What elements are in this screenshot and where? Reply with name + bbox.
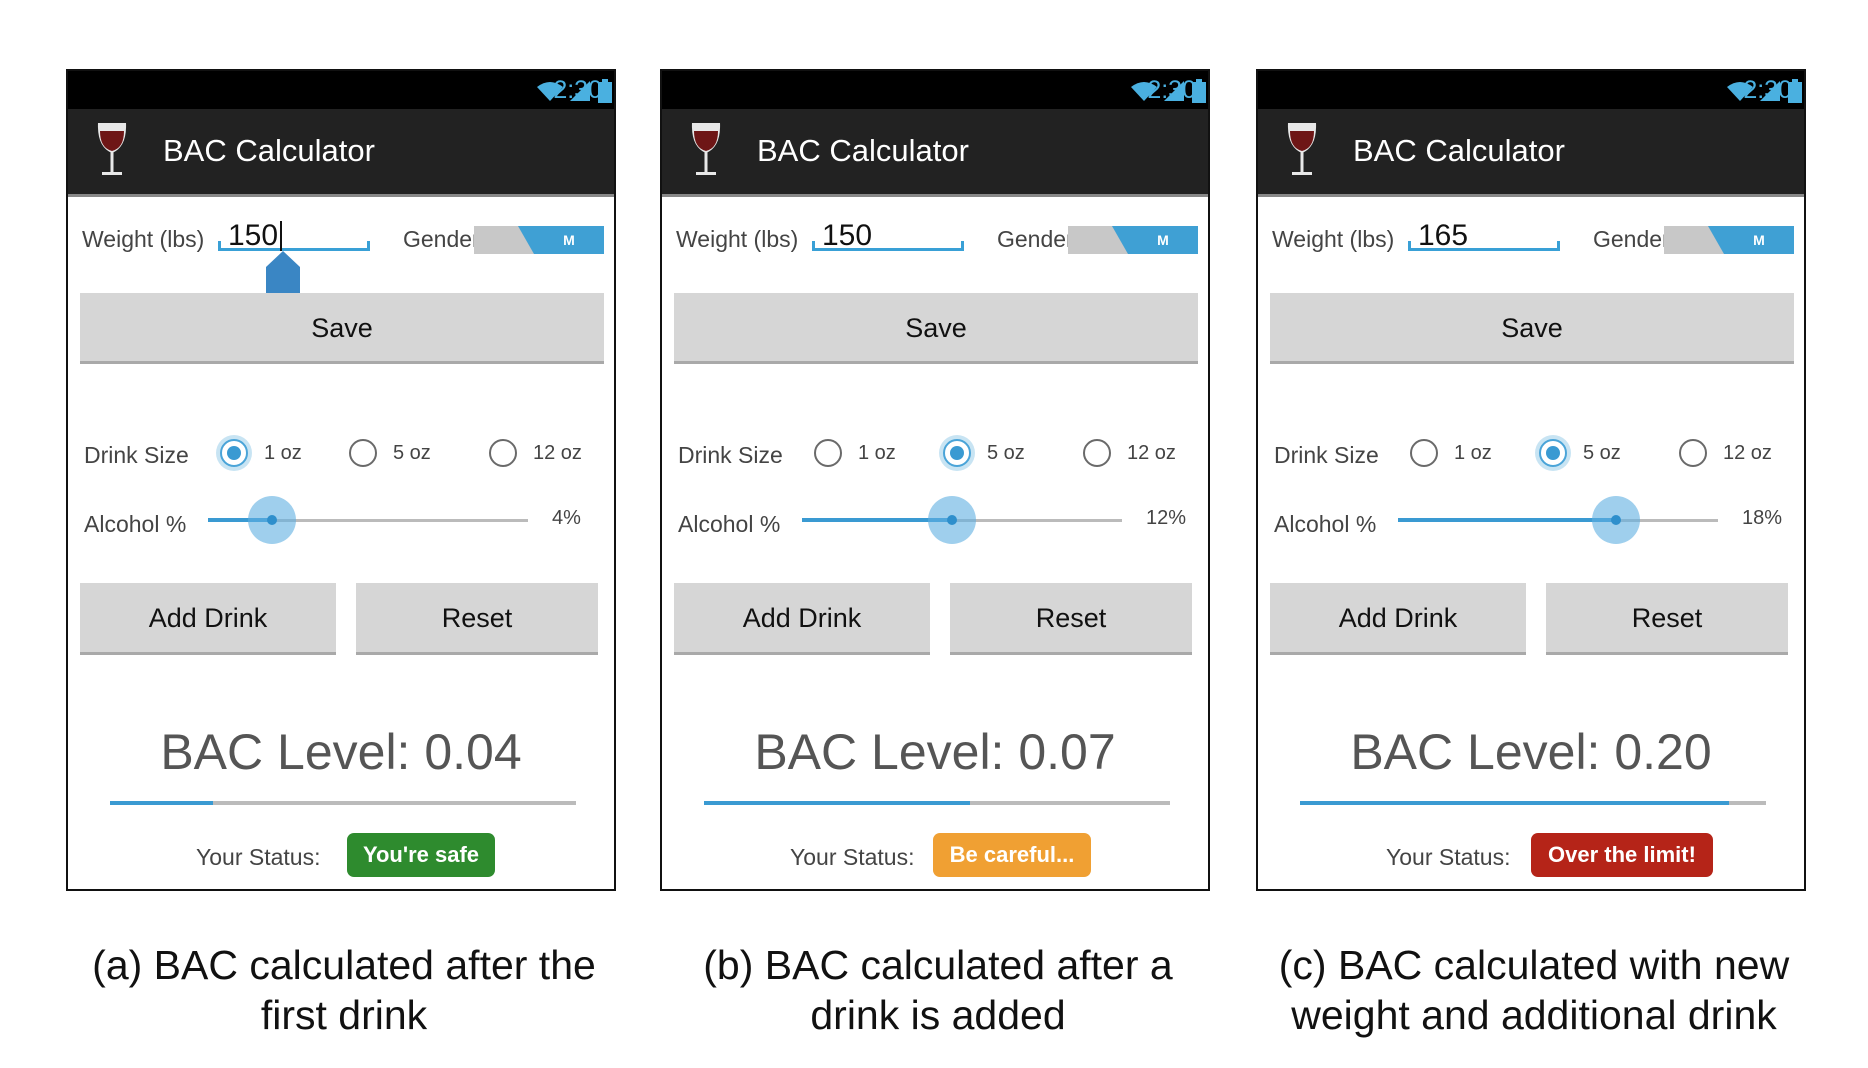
bac-level-text: BAC Level: 0.07 bbox=[754, 724, 1116, 780]
caption-line: (c) BAC calculated with new bbox=[1278, 942, 1790, 988]
status-bar: 2:30 bbox=[1258, 71, 1804, 109]
status-time: 2:30 bbox=[553, 76, 602, 104]
alcohol-slider-thumb[interactable] bbox=[248, 496, 296, 544]
phone-screen: 2:30 BAC Calculator Weight (lbs) 165 Gender M… bbox=[1256, 69, 1806, 891]
app-bar: BAC Calculator bbox=[1258, 109, 1804, 197]
drink-size-label: Drink Size bbox=[1274, 442, 1379, 468]
weight-input-underline bbox=[812, 241, 964, 251]
bac-level-text: BAC Level: 0.20 bbox=[1350, 724, 1712, 780]
drink-size-radio-5oz[interactable] bbox=[1539, 439, 1567, 467]
status-badge: Over the limit! bbox=[1531, 833, 1713, 877]
alcohol-value: 4% bbox=[552, 507, 581, 529]
status-label: Your Status: bbox=[790, 844, 915, 870]
status-bar: 2:30 bbox=[68, 71, 614, 109]
alcohol-label: Alcohol % bbox=[84, 511, 187, 537]
caption-line: weight and additional drink bbox=[1291, 992, 1777, 1038]
gender-toggle[interactable]: M bbox=[1664, 226, 1794, 254]
drink-size-radio-1oz[interactable] bbox=[1410, 439, 1438, 467]
wine-glass-icon bbox=[96, 119, 128, 186]
phone-screen: 2:30 BAC Calculator Weight (lbs) 150 Gender M… bbox=[660, 69, 1210, 891]
bac-progress-fill bbox=[1300, 801, 1729, 805]
wine-glass-icon bbox=[1286, 119, 1318, 186]
bac-progress-fill bbox=[110, 801, 213, 805]
caption-line: (b) BAC calculated after a bbox=[703, 942, 1173, 988]
alcohol-slider-fill bbox=[1398, 518, 1616, 522]
caption-line: first drink bbox=[260, 992, 428, 1038]
drink-size-label: Drink Size bbox=[678, 442, 783, 468]
gender-label: Gender bbox=[1593, 226, 1670, 252]
gender-label: Gender bbox=[997, 226, 1074, 252]
alcohol-label: Alcohol % bbox=[678, 511, 781, 537]
gender-toggle-value: M bbox=[1753, 232, 1765, 248]
status-badge: You're safe bbox=[347, 833, 495, 877]
drink-size-option-label: 12 oz bbox=[1127, 442, 1176, 464]
caption-line: drink is added bbox=[810, 992, 1066, 1038]
drink-size-option-label: 5 oz bbox=[1583, 442, 1621, 464]
drink-size-radio-5oz[interactable] bbox=[943, 439, 971, 467]
add-drink-button[interactable]: Add Drink bbox=[1270, 583, 1526, 655]
gender-toggle-value: M bbox=[563, 232, 575, 248]
wine-glass-icon bbox=[690, 119, 722, 186]
phone-screen: 2:30 BAC Calculator Weight (lbs) 150 Gender M… bbox=[66, 69, 616, 891]
alcohol-slider-thumb[interactable] bbox=[1591, 496, 1640, 544]
app-bar: BAC Calculator bbox=[68, 109, 614, 197]
drink-size-radio-1oz[interactable] bbox=[220, 439, 248, 467]
caption-line: (a) BAC calculated after the bbox=[92, 942, 596, 988]
status-time: 2:30 bbox=[1147, 76, 1196, 104]
weight-input-underline bbox=[218, 241, 370, 251]
reset-button[interactable]: Reset bbox=[1546, 583, 1788, 655]
drink-size-radio-12oz[interactable] bbox=[489, 439, 517, 467]
weight-input-underline bbox=[1408, 241, 1560, 251]
status-bar: 2:30 bbox=[662, 71, 1208, 109]
status-label: Your Status: bbox=[1386, 844, 1511, 870]
drink-size-option-label: 12 oz bbox=[533, 442, 582, 464]
bac-level-text: BAC Level: 0.04 bbox=[160, 724, 522, 780]
drink-size-option-label: 1 oz bbox=[264, 442, 302, 464]
save-button[interactable]: Save bbox=[1270, 293, 1794, 364]
app-title: BAC Calculator bbox=[163, 133, 375, 168]
reset-button[interactable]: Reset bbox=[950, 583, 1192, 655]
drink-size-option-label: 1 oz bbox=[1454, 442, 1492, 464]
drink-size-option-label: 12 oz bbox=[1723, 442, 1772, 464]
status-badge: Be careful... bbox=[933, 833, 1091, 877]
app-bar: BAC Calculator bbox=[662, 109, 1208, 197]
weight-label: Weight (lbs) bbox=[1272, 226, 1395, 252]
gender-toggle[interactable]: M bbox=[1068, 226, 1198, 254]
figure-caption: (c) BAC calculated with new weight and ad… bbox=[1234, 940, 1834, 1040]
drink-size-label: Drink Size bbox=[84, 442, 189, 468]
save-button[interactable]: Save bbox=[674, 293, 1198, 364]
weight-label: Weight (lbs) bbox=[676, 226, 799, 252]
alcohol-slider-thumb[interactable] bbox=[928, 496, 977, 544]
drink-size-option-label: 5 oz bbox=[393, 442, 431, 464]
drink-size-radio-12oz[interactable] bbox=[1083, 439, 1111, 467]
alcohol-value: 12% bbox=[1146, 507, 1187, 529]
add-drink-button[interactable]: Add Drink bbox=[674, 583, 930, 655]
drink-size-radio-1oz[interactable] bbox=[814, 439, 842, 467]
gender-toggle[interactable]: M bbox=[474, 226, 604, 254]
app-title: BAC Calculator bbox=[757, 133, 969, 168]
drink-size-radio-5oz[interactable] bbox=[349, 439, 377, 467]
figure-caption: (b) BAC calculated after a drink is added bbox=[638, 940, 1238, 1040]
alcohol-label: Alcohol % bbox=[1274, 511, 1377, 537]
text-cursor bbox=[280, 221, 282, 251]
drink-size-option-label: 1 oz bbox=[858, 442, 896, 464]
status-label: Your Status: bbox=[196, 844, 321, 870]
drink-size-radio-12oz[interactable] bbox=[1679, 439, 1707, 467]
bac-progress-fill bbox=[704, 801, 970, 805]
status-time: 2:30 bbox=[1743, 76, 1792, 104]
alcohol-value: 18% bbox=[1742, 507, 1783, 529]
drink-size-option-label: 5 oz bbox=[987, 442, 1025, 464]
gender-toggle-value: M bbox=[1157, 232, 1169, 248]
save-button[interactable]: Save bbox=[80, 293, 604, 364]
gender-label: Gender bbox=[403, 226, 480, 252]
reset-button[interactable]: Reset bbox=[356, 583, 598, 655]
add-drink-button[interactable]: Add Drink bbox=[80, 583, 336, 655]
figure-caption: (a) BAC calculated after the first drink bbox=[44, 940, 644, 1040]
app-title: BAC Calculator bbox=[1353, 133, 1565, 168]
weight-label: Weight (lbs) bbox=[82, 226, 205, 252]
